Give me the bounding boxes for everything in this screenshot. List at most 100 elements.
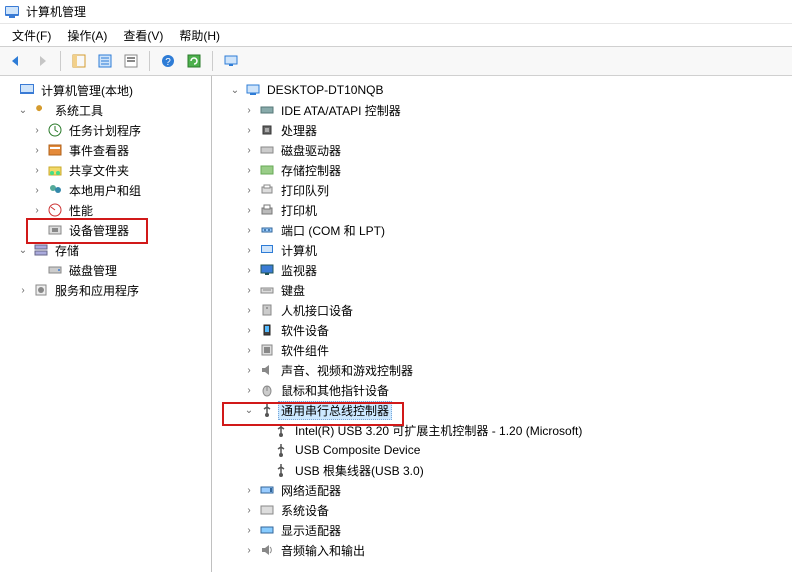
expand-arrow-icon[interactable]: ›: [242, 265, 256, 276]
expand-arrow-icon[interactable]: ⌄: [228, 85, 242, 96]
tree-node-task-scheduler[interactable]: › 任务计划程序: [0, 120, 211, 140]
expand-arrow-icon[interactable]: ›: [242, 305, 256, 316]
device-node-mice[interactable]: › 鼠标和其他指针设备: [212, 380, 792, 400]
device-node-system-devices[interactable]: › 系统设备: [212, 500, 792, 520]
expand-arrow-icon[interactable]: ›: [242, 185, 256, 196]
expand-arrow-icon[interactable]: ⌄: [16, 245, 30, 256]
menu-help[interactable]: 帮助(H): [171, 25, 228, 46]
device-node-label: 打印机: [278, 201, 320, 220]
toolbar-separator: [149, 51, 150, 71]
tree-node-label: 共享文件夹: [66, 161, 132, 180]
device-node-storage-controllers[interactable]: › 存储控制器: [212, 160, 792, 180]
hid-icon: [259, 302, 275, 318]
expand-arrow-icon[interactable]: ›: [30, 165, 44, 176]
tree-node-disk-management[interactable]: 磁盘管理: [0, 260, 211, 280]
content-area: 计算机管理(本地) ⌄ 系统工具 › 任务计划程序 › 事件查看器 › 共享文件…: [0, 76, 792, 572]
expand-arrow-icon[interactable]: ›: [30, 205, 44, 216]
tree-node-device-manager[interactable]: 设备管理器: [0, 220, 211, 240]
expand-arrow-icon[interactable]: ›: [242, 285, 256, 296]
clock-icon: [47, 122, 63, 138]
device-node-disk-drives[interactable]: › 磁盘驱动器: [212, 140, 792, 160]
back-button[interactable]: [4, 49, 28, 73]
expand-arrow-icon[interactable]: ›: [30, 145, 44, 156]
device-node-printers[interactable]: › 打印机: [212, 200, 792, 220]
device-node-label: 计算机: [278, 241, 320, 260]
storage-controller-icon: [259, 162, 275, 178]
device-node-network-adapters[interactable]: › 网络适配器: [212, 480, 792, 500]
tree-node-root[interactable]: 计算机管理(本地): [0, 80, 211, 100]
system-device-icon: [259, 502, 275, 518]
device-node-label: 存储控制器: [278, 161, 344, 180]
shared-folder-icon: [47, 162, 63, 178]
device-node-software-components[interactable]: › 软件组件: [212, 340, 792, 360]
monitor-button[interactable]: [219, 49, 243, 73]
forward-button[interactable]: [30, 49, 54, 73]
device-node-display-adapters[interactable]: › 显示适配器: [212, 520, 792, 540]
expand-arrow-icon[interactable]: ›: [242, 125, 256, 136]
expand-arrow-icon[interactable]: ›: [242, 165, 256, 176]
device-node-audio-io[interactable]: › 音频输入和输出: [212, 540, 792, 560]
tree-node-storage[interactable]: ⌄ 存储: [0, 240, 211, 260]
tree-node-system-tools[interactable]: ⌄ 系统工具: [0, 100, 211, 120]
device-node-label: DESKTOP-DT10NQB: [264, 82, 386, 98]
tree-node-label: 存储: [52, 241, 82, 260]
expand-arrow-icon[interactable]: ›: [242, 145, 256, 156]
properties-button[interactable]: [93, 49, 117, 73]
expand-arrow-icon[interactable]: ›: [242, 385, 256, 396]
device-node-computer[interactable]: ⌄ DESKTOP-DT10NQB: [212, 80, 792, 100]
device-node-usb-child[interactable]: USB 根集线器(USB 3.0): [212, 460, 792, 480]
expand-arrow-icon[interactable]: ›: [242, 485, 256, 496]
expand-arrow-icon[interactable]: ›: [242, 345, 256, 356]
port-icon: [259, 222, 275, 238]
show-hide-tree-button[interactable]: [67, 49, 91, 73]
menu-action[interactable]: 操作(A): [59, 25, 115, 46]
expand-arrow-icon[interactable]: ›: [16, 285, 30, 296]
expand-arrow-icon[interactable]: ›: [242, 525, 256, 536]
expand-arrow-icon[interactable]: ›: [30, 125, 44, 136]
expand-arrow-icon[interactable]: ›: [242, 325, 256, 336]
device-node-sound[interactable]: › 声音、视频和游戏控制器: [212, 360, 792, 380]
expand-arrow-icon[interactable]: ›: [242, 245, 256, 256]
expand-arrow-icon[interactable]: ⌄: [242, 405, 256, 416]
tree-node-label: 系统工具: [52, 101, 106, 120]
device-node-keyboards[interactable]: › 键盘: [212, 280, 792, 300]
tree-node-local-users[interactable]: › 本地用户和组: [0, 180, 211, 200]
expand-arrow-icon[interactable]: ›: [242, 225, 256, 236]
device-node-processors[interactable]: › 处理器: [212, 120, 792, 140]
expand-arrow-icon[interactable]: ›: [242, 105, 256, 116]
device-node-ide[interactable]: › IDE ATA/ATAPI 控制器: [212, 100, 792, 120]
device-node-label: 软件设备: [278, 321, 332, 340]
expand-arrow-icon[interactable]: ⌄: [16, 105, 30, 116]
refresh-button[interactable]: [182, 49, 206, 73]
menu-file[interactable]: 文件(F): [4, 25, 59, 46]
tree-node-event-viewer[interactable]: › 事件查看器: [0, 140, 211, 160]
expand-arrow-icon[interactable]: ›: [30, 185, 44, 196]
menu-view[interactable]: 查看(V): [115, 25, 171, 46]
device-manager-icon: [47, 222, 63, 238]
expand-arrow-icon[interactable]: ›: [242, 365, 256, 376]
device-node-print-queues[interactable]: › 打印队列: [212, 180, 792, 200]
device-node-usb-child[interactable]: Intel(R) USB 3.20 可扩展主机控制器 - 1.20 (Micro…: [212, 420, 792, 440]
export-button[interactable]: [119, 49, 143, 73]
software-device-icon: [259, 322, 275, 338]
help-button[interactable]: ?: [156, 49, 180, 73]
device-node-software-devices[interactable]: › 软件设备: [212, 320, 792, 340]
tree-node-services-apps[interactable]: › 服务和应用程序: [0, 280, 211, 300]
device-node-label: 监视器: [278, 261, 320, 280]
network-adapter-icon: [259, 482, 275, 498]
device-node-label: USB 根集线器(USB 3.0): [292, 461, 427, 480]
device-node-label: 处理器: [278, 121, 320, 140]
expand-arrow-icon[interactable]: ›: [242, 545, 256, 556]
device-node-hid[interactable]: › 人机接口设备: [212, 300, 792, 320]
tree-node-performance[interactable]: › 性能: [0, 200, 211, 220]
device-node-usb-child[interactable]: USB Composite Device: [212, 440, 792, 460]
device-node-ports[interactable]: › 端口 (COM 和 LPT): [212, 220, 792, 240]
device-node-computers[interactable]: › 计算机: [212, 240, 792, 260]
usb-icon: [273, 422, 289, 438]
device-node-usb-controllers[interactable]: ⌄ 通用串行总线控制器: [212, 400, 792, 420]
tree-node-shared-folders[interactable]: › 共享文件夹: [0, 160, 211, 180]
expand-arrow-icon[interactable]: ›: [242, 505, 256, 516]
tree-node-label: 计算机管理(本地): [38, 81, 136, 100]
device-node-monitors[interactable]: › 监视器: [212, 260, 792, 280]
expand-arrow-icon[interactable]: ›: [242, 205, 256, 216]
